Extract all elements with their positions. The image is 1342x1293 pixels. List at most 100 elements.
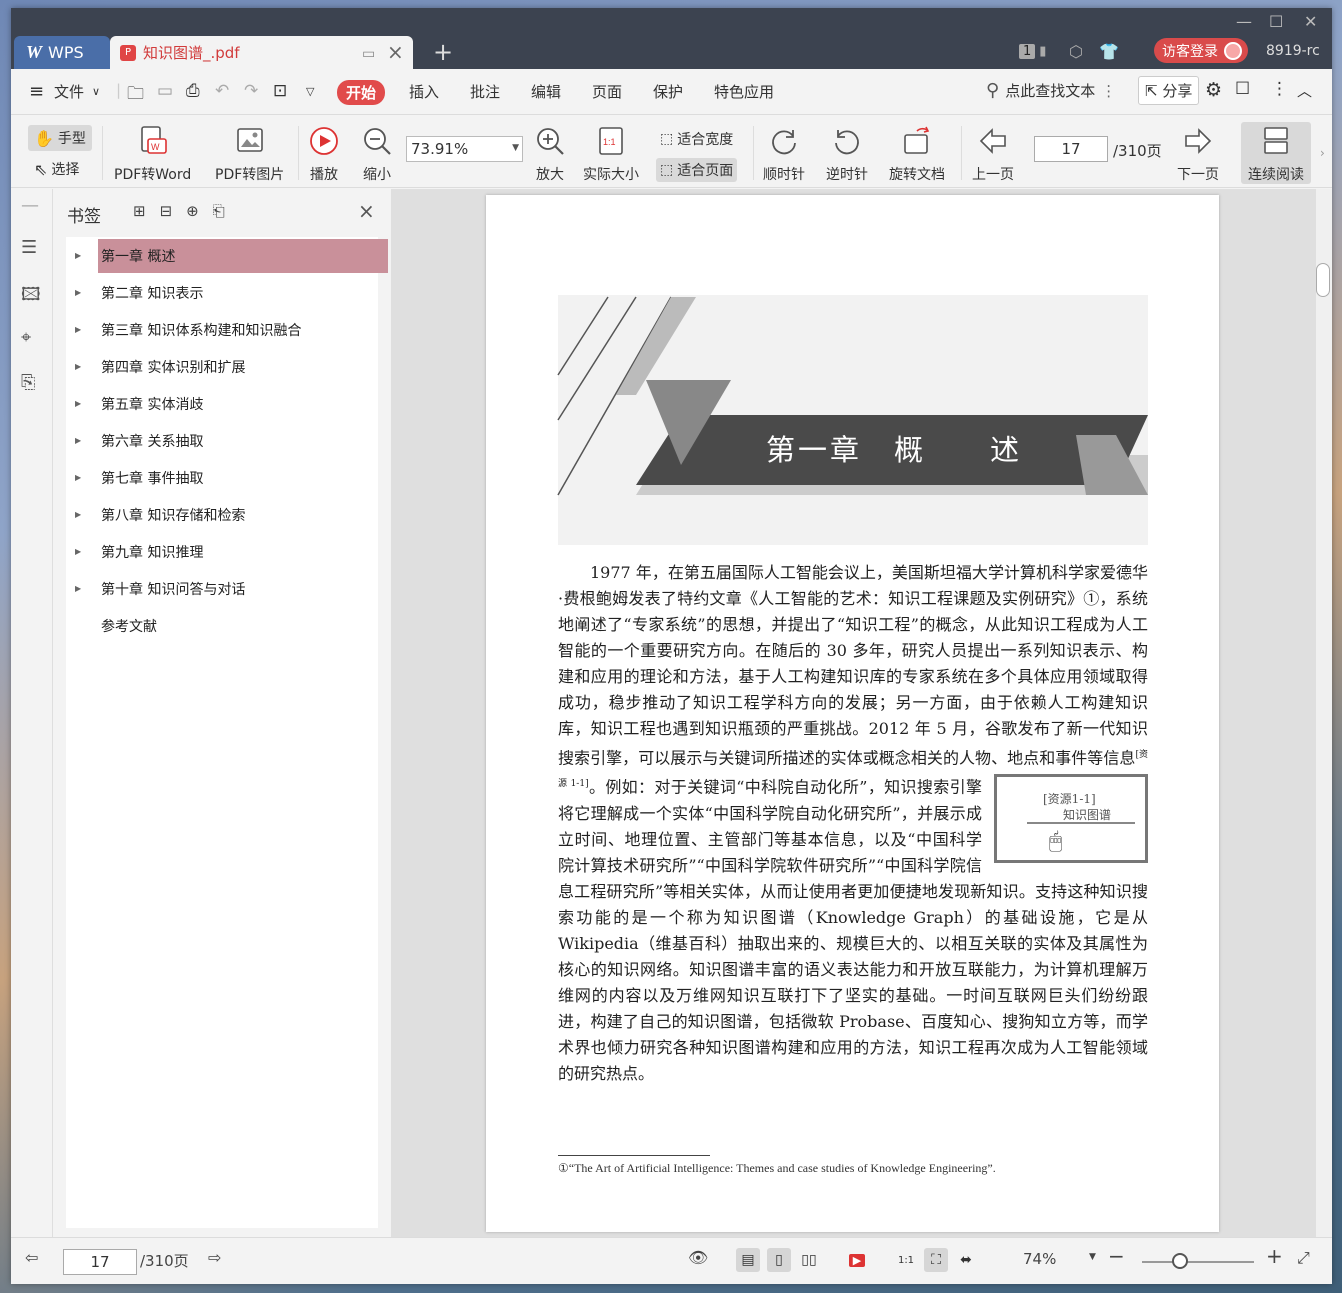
expand-arrow-icon[interactable]: ▶ [75,547,81,556]
expand-arrow-icon[interactable]: ▶ [75,325,81,334]
ribbon-scroll-right-icon[interactable]: › [1316,144,1329,162]
previous-page-arrow-icon[interactable]: ⇦ [25,1248,38,1267]
bookmark-item[interactable]: ▶ 第一章 概述 [66,237,388,274]
zoom-slider[interactable] [1142,1261,1254,1263]
new-tab-button[interactable]: + [433,38,453,66]
wps-home-tab[interactable]: W WPS [14,36,110,69]
rotate-clockwise-button[interactable]: 顺时针 [763,124,805,184]
select-tool-button[interactable]: ⇖ 选择 [30,157,83,181]
continuous-view-button[interactable]: ▤ [736,1248,760,1272]
resource-box[interactable]: [资源1-1] 知识图谱 🖱 [994,774,1148,864]
monitor-icon[interactable]: ▭ [362,46,375,62]
zoom-minus-icon[interactable]: − [1108,1244,1125,1268]
fullscreen-icon[interactable]: ⤢ [1297,1248,1310,1268]
menu-tab-protect[interactable]: 保护 [653,81,683,102]
page-number-input[interactable]: 17 [1034,136,1108,162]
vertical-scrollbar[interactable] [1316,189,1332,1237]
bookmark-item[interactable]: ▶ 第七章 事件抽取 [66,459,378,496]
bookmark-item[interactable]: ▶ 第五章 实体消歧 [66,385,378,422]
continuous-reading-button[interactable]: 连续阅读 [1241,122,1311,184]
zoom-slider-knob[interactable] [1172,1253,1188,1269]
expand-arrow-icon[interactable]: ▶ [75,473,81,482]
fit-width-view-button[interactable]: ⬌ [954,1248,978,1272]
fit-width-button[interactable]: ⬚ 适合宽度 [656,127,737,151]
bookmark-item[interactable]: ▶ 第四章 实体识别和扩展 [66,348,378,385]
bookmark-list-icon[interactable]: ☰ [21,237,37,258]
menu-tab-start[interactable]: 开始 [337,80,386,105]
skin-shirt-icon[interactable]: 👕 [1099,38,1119,64]
play-slideshow-button[interactable]: ▶ [845,1248,869,1272]
collapse-ribbon-icon[interactable]: ︿ [1297,80,1312,101]
zoom-plus-icon[interactable]: + [1266,1244,1283,1268]
bookmark-item[interactable]: ▶ 第八章 知识存储和检索 [66,496,378,533]
undo-icon[interactable]: ↶ [215,81,229,101]
zoom-in-button[interactable]: 放大 [535,124,565,184]
open-folder-icon[interactable]: 🗀 [127,81,144,110]
expand-arrow-icon[interactable]: ▶ [75,288,81,297]
find-text-search[interactable]: ⚲ 点此查找文本 ⋮ [986,80,1116,101]
menu-tab-special[interactable]: 特色应用 [714,81,774,102]
next-page-button[interactable]: 下一页 [1177,124,1219,184]
export-image-icon[interactable]: ⊡ [273,81,287,101]
zoom-percentage[interactable]: 74% [1023,1250,1056,1268]
bookmark-settings-icon[interactable]: ⎗ [213,202,225,220]
share-button[interactable]: ⇱ 分享 [1138,76,1200,105]
chevron-down-icon[interactable]: ∨ [92,85,100,98]
document-canvas[interactable]: 第一章 概 述 1977 年，在第五届国际人工智能会议上，美国斯坦福大学计算机科… [391,189,1316,1237]
pdf-to-image-button[interactable]: PDF转图片 [215,124,284,184]
next-page-arrow-icon[interactable]: ⇨ [208,1248,221,1267]
hand-tool-button[interactable]: ✋ 手型 [28,125,92,151]
expand-arrow-icon[interactable]: ▶ [75,510,81,519]
close-tab-icon[interactable]: × [387,40,404,64]
fit-page-view-button[interactable]: ⛶ [924,1248,948,1272]
two-page-view-button[interactable]: ▯▯ [797,1248,821,1272]
file-menu[interactable]: 文件 [54,81,84,102]
zoom-level-select[interactable]: 73.91% ▼ [406,136,523,162]
single-page-view-button[interactable]: ▯ [767,1248,791,1272]
previous-page-button[interactable]: 上一页 [972,124,1014,184]
settings-shield-icon[interactable]: ⬡ [1069,38,1083,64]
pdf-to-word-button[interactable]: W PDF转Word [114,124,191,184]
gear-icon[interactable]: ⚙ [1205,79,1222,101]
close-panel-icon[interactable]: × [358,199,375,223]
status-page-input[interactable]: 17 [63,1249,137,1275]
menu-tab-page[interactable]: 页面 [592,81,622,102]
attachment-icon[interactable]: ⎘ [21,372,35,393]
bookmark-item[interactable]: ▶ 第二章 知识表示 [66,274,378,311]
login-button[interactable]: 访客登录 [1154,38,1248,63]
bookmark-item[interactable]: ▶ 第六章 关系抽取 [66,422,378,459]
more-vertical-icon[interactable]: ⋮ [1101,82,1116,100]
collapse-all-icon[interactable]: ⊟ [160,202,173,220]
hamburger-menu-icon[interactable]: ≡ [29,81,44,102]
zoom-dropdown-icon[interactable]: ▼ [1089,1252,1096,1262]
eye-protection-icon[interactable]: 👁 [688,1248,708,1267]
rotate-document-button[interactable]: 旋转文档 [889,124,945,184]
bookmark-item[interactable]: ▶ 第三章 知识体系构建和知识融合 [66,311,378,348]
menu-tab-annotate[interactable]: 批注 [470,81,500,102]
fit-page-button[interactable]: ⬚ 适合页面 [656,158,738,182]
expand-arrow-icon[interactable]: ▶ [75,399,81,408]
menu-tab-insert[interactable]: 插入 [409,81,439,102]
play-button[interactable]: 播放 [309,124,339,184]
minimize-icon[interactable]: — [1236,12,1252,31]
thumbnail-image-icon[interactable]: 🖾 [21,282,41,312]
zoom-out-button[interactable]: 缩小 [362,124,392,184]
annotation-tag-icon[interactable]: ⌖ [21,327,31,348]
redo-icon[interactable]: ↷ [244,81,258,101]
bookmark-item[interactable]: 参考文献 [66,607,378,644]
actual-size-button[interactable]: 1:1 实际大小 [583,124,639,184]
bookmark-item[interactable]: ▶ 第十章 知识问答与对话 [66,570,378,607]
close-window-icon[interactable]: ✕ [1304,12,1317,31]
more-options-icon[interactable]: ⋮ [1271,79,1288,99]
add-bookmark-icon[interactable]: ⊕ [186,202,199,220]
comment-icon[interactable]: ☐ [1235,79,1250,99]
print-icon[interactable]: ⎙ [186,81,200,101]
maximize-icon[interactable]: ☐ [1269,12,1283,31]
expand-arrow-icon[interactable]: ▶ [75,436,81,445]
rotate-counterclockwise-button[interactable]: 逆时针 [826,124,868,184]
save-icon[interactable]: ▭ [157,81,173,101]
expand-arrow-icon[interactable]: ▶ [75,362,81,371]
expand-arrow-icon[interactable]: ▶ [75,584,81,593]
more-quick-actions-icon[interactable]: ▽ [306,85,314,98]
document-tab[interactable]: P 知识图谱_.pdf ▭ × [110,36,413,69]
